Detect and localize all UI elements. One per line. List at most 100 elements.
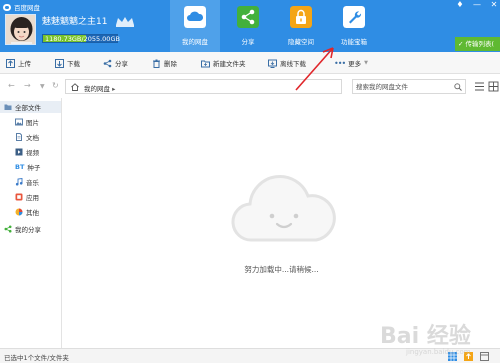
sidebar-item-images[interactable]: 图片 [0, 116, 61, 128]
check-icon: ✓ [458, 40, 466, 48]
grid-view-icon[interactable] [488, 81, 499, 92]
sidebar-item-music[interactable]: 音乐 [0, 176, 61, 188]
username[interactable]: 魅魅魑魑之主11 [42, 17, 107, 28]
chevron-down-icon[interactable]: ▼ [40, 83, 45, 90]
folder-icon [4, 104, 12, 110]
new-folder-icon [201, 60, 210, 67]
upload-label: 上传 [18, 60, 31, 68]
cloud-icon [184, 6, 206, 28]
bt-icon: BT [15, 163, 25, 171]
address-path: 我的网盘 ▸ [84, 83, 115, 93]
skin-icon[interactable]: ♦ [456, 0, 464, 10]
app-icon [15, 193, 23, 201]
wrench-icon [343, 6, 365, 28]
list-view-icon[interactable] [474, 81, 485, 92]
header: 百度网盘 ♦ — ✕ 魅魅魑魑之主11 1180.73GB/2055.00GB … [0, 0, 500, 52]
sidebar-item-label: 其他 [26, 209, 39, 217]
watermark-subtext: jingyan.baidu.com [406, 348, 471, 356]
sidebar-item-label: 音乐 [26, 179, 39, 187]
app-title: 百度网盘 [14, 4, 40, 12]
nav-label: 功能宝箱 [341, 38, 367, 46]
sidebar-item-label: 种子 [27, 164, 41, 172]
refresh-icon[interactable]: ↻ [52, 81, 59, 90]
breadcrumb-separator: ▸ [112, 85, 116, 93]
nav-toolbox[interactable]: 功能宝箱 [329, 0, 379, 52]
search-input[interactable] [356, 82, 451, 92]
baidu-netdisk-window: 百度网盘 ♦ — ✕ 魅魅魑魑之主11 1180.73GB/2055.00GB … [0, 0, 500, 363]
search-box [352, 79, 466, 94]
sidebar-item-label: 我的分享 [15, 226, 41, 234]
minimize-button[interactable]: — [473, 0, 481, 10]
sidebar-item-apps[interactable]: 应用 [0, 191, 61, 203]
close-button[interactable]: ✕ [490, 0, 498, 10]
delete-label: 删除 [164, 60, 177, 68]
nav-my-netdisk[interactable]: 我的网盘 [170, 0, 220, 52]
sidebar-item-videos[interactable]: 视频 [0, 146, 61, 158]
image-icon [15, 118, 23, 126]
music-icon [15, 178, 23, 186]
more-label: 更多 [348, 60, 362, 68]
address-bar[interactable]: 我的网盘 ▸ [65, 79, 342, 94]
quota-bar: 1180.73GB/2055.00GB [42, 34, 120, 43]
delete-button[interactable]: 删除 [152, 57, 177, 69]
sidebar-item-label: 文档 [26, 134, 39, 142]
sidebar-item-label: 视频 [26, 149, 39, 157]
nav-share[interactable]: 分享 [223, 0, 273, 52]
share-icon [103, 59, 112, 67]
offline-download-icon [268, 59, 277, 68]
new-folder-button[interactable]: 新建文件夹 [201, 57, 246, 69]
forward-arrow-icon[interactable]: → [24, 81, 31, 90]
other-icon [15, 208, 23, 216]
share-icon [4, 225, 12, 233]
transfer-list-label: 传输列表( [465, 40, 495, 48]
share-button[interactable]: 分享 [103, 57, 128, 69]
toolbar: 上传 下载 分享 删除 新建文件夹 离线下载 ••• 更多 ▼ [0, 52, 500, 74]
main-nav: 我的网盘 分享 隐藏空间 功能宝箱 [170, 0, 382, 52]
sidebar-item-my-shares[interactable]: 我的分享 [0, 223, 61, 235]
vip-crown-icon[interactable] [115, 16, 135, 27]
back-arrow-icon[interactable]: ← [8, 81, 15, 90]
sidebar-item-documents[interactable]: 文档 [0, 131, 61, 143]
home-icon [71, 83, 79, 91]
sidebar-item-other[interactable]: 其他 [0, 206, 61, 218]
file-list-area[interactable]: 努力加载中...请稍候... [63, 98, 500, 348]
video-icon [15, 148, 23, 156]
download-label: 下载 [67, 60, 80, 68]
trash-icon [153, 59, 160, 68]
sidebar-item-label: 图片 [26, 119, 39, 127]
more-dots-icon: ••• [334, 58, 346, 68]
sidebar-item-all-files[interactable]: 全部文件 [0, 101, 61, 113]
sidebar-item-label: 全部文件 [15, 104, 41, 112]
search-icon[interactable] [454, 83, 462, 91]
sidebar: 全部文件 图片 文档 视频 BT 种子 音乐 应用 其他 我的分享 [0, 98, 62, 348]
nav-hidden-space[interactable]: 隐藏空间 [276, 0, 326, 52]
chevron-down-icon: ▼ [364, 60, 369, 66]
nav-label: 分享 [241, 38, 255, 46]
offline-download-label: 离线下载 [280, 60, 306, 68]
app-title-bar: 百度网盘 [3, 2, 40, 12]
share-icon [237, 6, 259, 28]
upload-icon [6, 58, 15, 68]
sidebar-item-label: 应用 [26, 194, 39, 202]
avatar[interactable] [5, 14, 36, 45]
upload-button[interactable]: 上传 [6, 57, 31, 69]
lock-icon [290, 6, 312, 28]
nav-label: 我的网盘 [182, 38, 208, 46]
download-button[interactable]: 下载 [55, 57, 80, 69]
document-icon [16, 133, 22, 141]
quota-text: 1180.73GB/2055.00GB [45, 35, 120, 43]
loading-cloud-icon [231, 175, 336, 242]
cloud-logo-icon [3, 3, 11, 11]
transfer-list-button[interactable]: ✓ 传输列表( [455, 37, 500, 51]
breadcrumb-my-netdisk[interactable]: 我的网盘 [84, 85, 110, 93]
sidebar-item-torrents[interactable]: BT 种子 [0, 161, 61, 173]
window-controls: ♦ — ✕ [456, 0, 498, 10]
loading-text: 努力加载中...请稍候... [244, 265, 319, 274]
status-text: 已选中1个文件/文件夹 [4, 354, 69, 362]
nav-label: 隐藏空间 [288, 38, 314, 46]
offline-download-button[interactable]: 离线下载 [268, 57, 306, 69]
share-label: 分享 [115, 60, 128, 68]
watermark-text: Bai 经验 [380, 324, 471, 349]
more-button[interactable]: ••• 更多 ▼ [334, 57, 368, 69]
download-icon [55, 58, 64, 68]
